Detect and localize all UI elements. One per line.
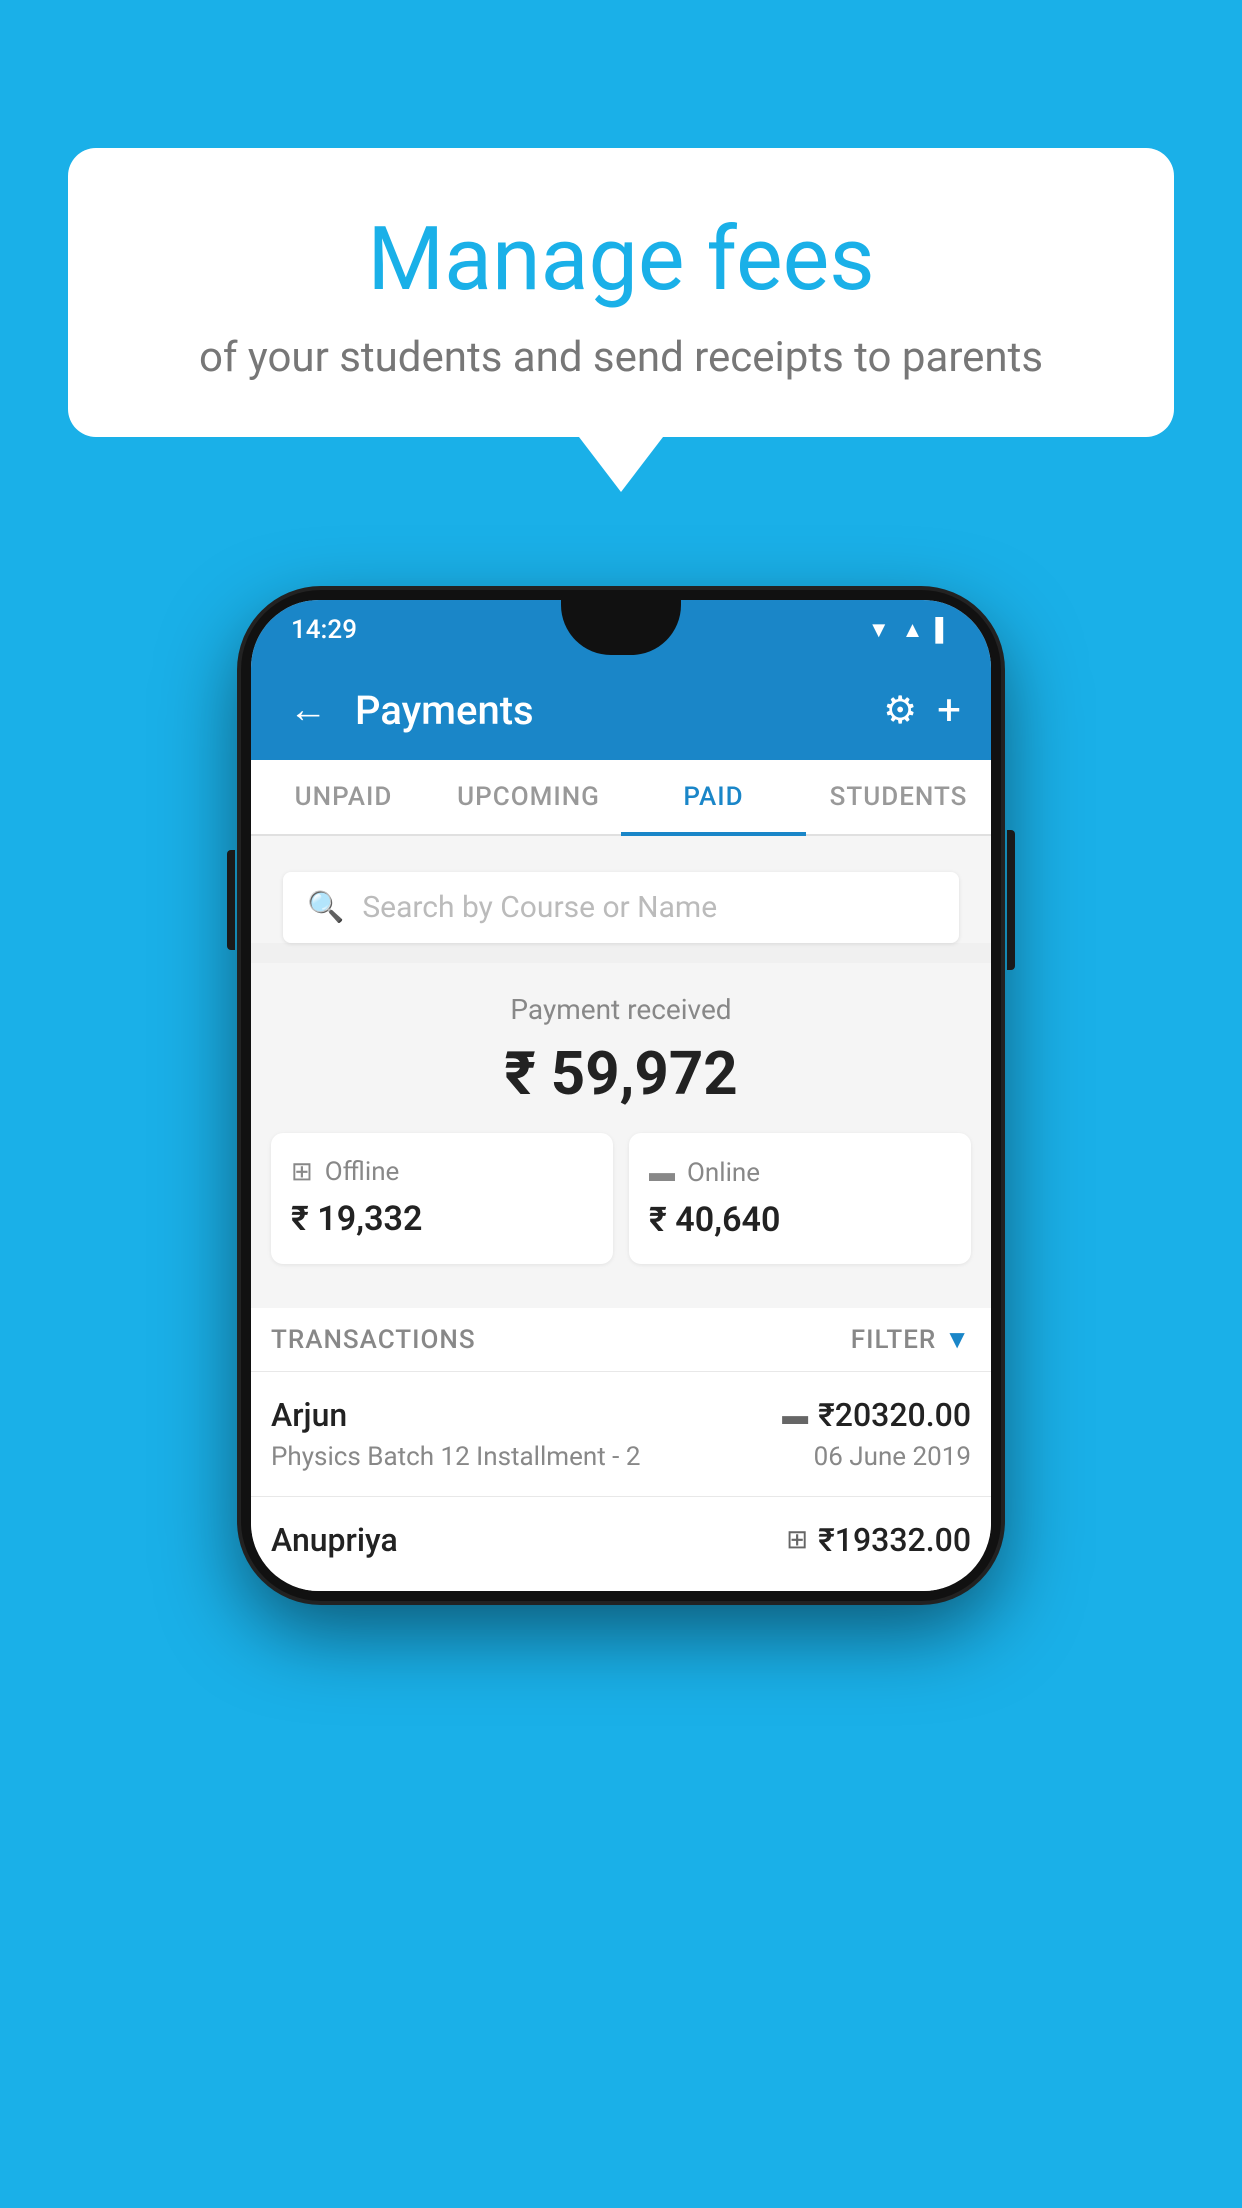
phone-wrapper: 14:29 ▼ ▲ ▌ ← Payments ⚙ + UNPAID UPCO (241, 590, 1001, 1601)
tab-upcoming[interactable]: UPCOMING (436, 760, 621, 834)
transaction-course: Physics Batch 12 Installment - 2 (271, 1442, 640, 1472)
online-label: Online (687, 1158, 760, 1188)
payment-received-label: Payment received (271, 993, 971, 1026)
tab-unpaid[interactable]: UNPAID (251, 760, 436, 834)
transaction-item[interactable]: Arjun ▬ ₹20320.00 Physics Batch 12 Insta… (251, 1371, 991, 1496)
offline-card: ⊞ Offline ₹ 19,332 (271, 1133, 613, 1264)
phone: 14:29 ▼ ▲ ▌ ← Payments ⚙ + UNPAID UPCO (241, 590, 1001, 1601)
notch (561, 600, 681, 655)
payment-received-amount: ₹ 59,972 (271, 1038, 971, 1109)
status-icons: ▼ ▲ ▌ (868, 617, 951, 643)
filter-icon: ▼ (944, 1324, 971, 1355)
transaction-name: Arjun (271, 1396, 347, 1434)
speech-bubble-subtitle: of your students and send receipts to pa… (118, 333, 1124, 382)
transaction-date: 06 June 2019 (814, 1442, 971, 1472)
add-icon[interactable]: + (937, 686, 961, 735)
transaction-amount-wrapper: ▬ ₹20320.00 (782, 1396, 971, 1434)
gear-icon[interactable]: ⚙ (883, 688, 917, 733)
payment-summary: Payment received ₹ 59,972 ⊞ Offline ₹ 19… (251, 963, 991, 1308)
transaction-item[interactable]: Anupriya ⊞ ₹19332.00 (251, 1496, 991, 1591)
speech-bubble-title: Manage fees (118, 208, 1124, 311)
app-bar: ← Payments ⚙ + (251, 660, 991, 760)
transactions-label: TRANSACTIONS (271, 1325, 476, 1355)
online-amount: ₹ 40,640 (649, 1200, 951, 1240)
card-icon: ▬ (649, 1157, 675, 1188)
transactions-header: TRANSACTIONS FILTER ▼ (251, 1308, 991, 1371)
offline-card-header: ⊞ Offline (291, 1157, 593, 1187)
card-payment-icon: ▬ (782, 1400, 808, 1431)
speech-bubble-tail (579, 437, 663, 492)
search-icon: 🔍 (307, 890, 344, 925)
speech-bubble-wrapper: Manage fees of your students and send re… (68, 148, 1174, 492)
offline-icon: ⊞ (291, 1157, 313, 1187)
wifi-icon: ▼ (868, 617, 890, 643)
transaction-amount: ₹19332.00 (818, 1521, 971, 1559)
payment-cards: ⊞ Offline ₹ 19,332 ▬ Online ₹ 40,640 (271, 1133, 971, 1288)
app-bar-actions: ⚙ + (883, 686, 961, 735)
speech-bubble: Manage fees of your students and send re… (68, 148, 1174, 437)
status-bar: 14:29 ▼ ▲ ▌ (251, 600, 991, 660)
transaction-row-bottom: Physics Batch 12 Installment - 2 06 June… (271, 1442, 971, 1472)
offline-amount: ₹ 19,332 (291, 1199, 593, 1239)
transaction-name: Anupriya (271, 1521, 398, 1559)
transaction-row-top: Anupriya ⊞ ₹19332.00 (271, 1521, 971, 1559)
back-button[interactable]: ← (281, 680, 335, 740)
search-placeholder: Search by Course or Name (362, 890, 717, 925)
phone-screen: 14:29 ▼ ▲ ▌ ← Payments ⚙ + UNPAID UPCO (251, 600, 991, 1591)
tabs: UNPAID UPCOMING PAID STUDENTS (251, 760, 991, 836)
battery-icon: ▌ (935, 617, 951, 643)
online-card: ▬ Online ₹ 40,640 (629, 1133, 971, 1264)
search-bar[interactable]: 🔍 Search by Course or Name (283, 872, 959, 943)
transaction-amount: ₹20320.00 (818, 1396, 971, 1434)
signal-icon: ▲ (902, 617, 924, 643)
status-time: 14:29 (291, 615, 357, 645)
filter-label: FILTER (851, 1325, 936, 1355)
page-title: Payments (355, 687, 863, 734)
filter-button[interactable]: FILTER ▼ (851, 1324, 971, 1355)
offline-payment-icon: ⊞ (786, 1525, 808, 1555)
offline-label: Offline (325, 1157, 400, 1187)
transaction-amount-wrapper: ⊞ ₹19332.00 (786, 1521, 971, 1559)
tab-paid[interactable]: PAID (621, 760, 806, 834)
tab-students[interactable]: STUDENTS (806, 760, 991, 834)
online-card-header: ▬ Online (649, 1157, 951, 1188)
transaction-row-top: Arjun ▬ ₹20320.00 (271, 1396, 971, 1434)
